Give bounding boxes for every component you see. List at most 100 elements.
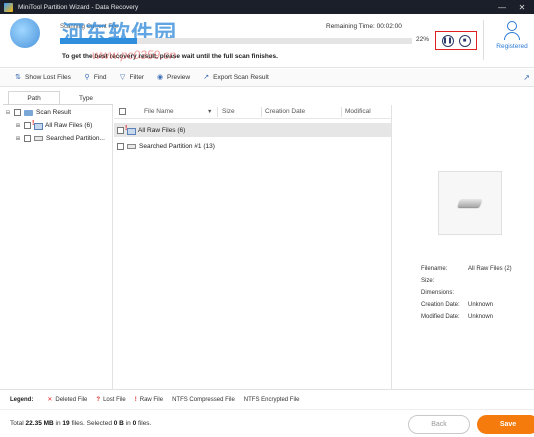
- folder-icon: [24, 109, 33, 116]
- detail-key: Modified Date:: [421, 314, 460, 320]
- tree-label: Scan Result: [36, 109, 72, 116]
- tree-item-searched-partition[interactable]: ⊞ Searched Partition...: [15, 135, 105, 142]
- select-all-checkbox[interactable]: [119, 108, 126, 115]
- account-button[interactable]: Registered: [490, 21, 534, 50]
- selected-size: 0 B: [113, 420, 124, 427]
- file-name: All Raw Files (6): [138, 126, 186, 134]
- file-row[interactable]: All Raw Files (6): [114, 123, 391, 137]
- row-checkbox[interactable]: [117, 126, 124, 134]
- detail-dimensions: Dimensions:: [421, 290, 468, 296]
- pause-icon[interactable]: ❚❚: [441, 34, 454, 47]
- progress-percent: 22%: [416, 36, 430, 43]
- legend-label: NTFS Encrypted File: [243, 396, 300, 403]
- expand-icon[interactable]: ⊞: [15, 136, 21, 142]
- window-title: MiniTool Partition Wizard - Data Recover…: [18, 3, 139, 11]
- scan-header: Scanning Current File 河东软件园 Remaining Ti…: [0, 14, 534, 68]
- legend-label: Lost File: [103, 396, 126, 403]
- window-controls: — ✕: [492, 0, 532, 14]
- raw-icon: !: [134, 396, 137, 403]
- preview-button[interactable]: ◉ Preview: [156, 74, 190, 82]
- legend-label: Raw File: [139, 396, 164, 403]
- detail-filename: Filename: All Raw Files (2): [421, 266, 512, 272]
- column-divider: [261, 107, 262, 117]
- detail-key: Size:: [421, 278, 435, 284]
- scan-progress-fill: [60, 38, 138, 44]
- tab-path[interactable]: Path: [8, 91, 60, 105]
- tree-checkbox[interactable]: [24, 135, 31, 142]
- scan-controls: ❚❚ ■: [435, 31, 477, 50]
- view-tabs: Path Type: [8, 91, 112, 105]
- footer: Total 22.35 MB in 19 files. Selected 0 B…: [0, 409, 534, 437]
- toolbar: ⇅ Show Lost Files ⚲ Find ▽ Filter ◉ Prev…: [0, 69, 534, 87]
- collapse-icon[interactable]: ⊟: [5, 110, 11, 116]
- minimize-icon[interactable]: —: [492, 3, 512, 12]
- details-pane: Filename: All Raw Files (2) Size: Dimensi…: [391, 105, 534, 389]
- search-icon: ⚲: [84, 73, 90, 81]
- legend-lost: ? Lost File: [96, 397, 125, 403]
- filter-button[interactable]: ▽ Filter: [119, 74, 144, 82]
- lost-icon: ?: [96, 396, 101, 403]
- column-size[interactable]: Size: [222, 108, 235, 115]
- tree-pane: ⊟ Scan Result ⊞ All Raw Files (6) ⊞ Sear…: [3, 105, 113, 389]
- sort-icon[interactable]: ▼: [207, 109, 212, 115]
- preview-label: Preview: [167, 74, 191, 81]
- tree-item-scan-result[interactable]: ⊟ Scan Result: [5, 109, 71, 116]
- legend-label: NTFS Compressed File: [172, 396, 235, 403]
- user-icon: [504, 21, 520, 41]
- tab-type[interactable]: Type: [60, 91, 112, 105]
- summary-text: in: [55, 420, 61, 427]
- back-button[interactable]: Back: [408, 415, 470, 434]
- summary-text: in: [125, 420, 131, 427]
- show-lost-files-button[interactable]: ⇅ Show Lost Files: [14, 74, 71, 82]
- save-button[interactable]: Save: [477, 415, 534, 434]
- app-logo-icon: [4, 2, 13, 12]
- column-creation-date[interactable]: Creation Date: [265, 108, 305, 115]
- column-file-name[interactable]: File Name: [144, 108, 174, 115]
- deleted-icon: ✕: [47, 397, 53, 403]
- detail-value: Unknown: [468, 314, 494, 320]
- find-button[interactable]: ⚲ Find: [83, 73, 106, 82]
- account-label: Registered: [496, 43, 528, 50]
- close-icon[interactable]: ✕: [512, 3, 532, 12]
- drive-icon: [457, 199, 483, 207]
- legend-ntfs-encrypted: NTFS Encrypted File: [244, 397, 300, 403]
- partition-icon: [34, 136, 43, 141]
- legend: Legend: ✕ Deleted File ? Lost File ! Raw Fi…: [0, 389, 534, 409]
- legend-raw: ! Raw File: [135, 397, 163, 403]
- column-divider: [341, 107, 342, 117]
- scan-progress-bar: [60, 38, 412, 44]
- preview-thumbnail: [438, 171, 502, 235]
- file-row[interactable]: Searched Partition #1 (13): [114, 139, 391, 153]
- selection-summary: Total 22.35 MB in 19 files. Selected 0 B…: [10, 420, 151, 427]
- expand-icon[interactable]: ↗: [523, 73, 530, 82]
- legend-label: Deleted File: [55, 396, 88, 403]
- detail-key: Creation Date:: [421, 302, 460, 308]
- eye-icon: ◉: [156, 73, 164, 81]
- tree-item-raw-files[interactable]: ⊞ All Raw Files (6): [15, 120, 93, 130]
- row-checkbox[interactable]: [117, 142, 124, 150]
- remaining-time: Remaining Time: 00:02:00: [326, 23, 402, 30]
- header-divider: [483, 20, 484, 60]
- export-scan-result-button[interactable]: ↗ Export Scan Result: [202, 74, 269, 82]
- total-files: 19: [62, 420, 70, 427]
- expand-icon[interactable]: ⊞: [15, 123, 21, 129]
- tree-label: Searched Partition...: [46, 135, 105, 142]
- tree-checkbox[interactable]: [14, 109, 21, 116]
- stop-icon[interactable]: ■: [458, 34, 471, 47]
- detail-key: Dimensions:: [421, 290, 455, 296]
- summary-text: files. Selected: [71, 420, 112, 427]
- watermark-logo-icon: [10, 18, 40, 48]
- column-modified[interactable]: Modifical: [345, 108, 371, 115]
- show-lost-files-icon: ⇅: [15, 73, 21, 81]
- raw-file-icon: [32, 120, 43, 130]
- watermark-url: www.pc0359.cn: [92, 48, 177, 62]
- tree-label: All Raw Files (6): [45, 122, 93, 129]
- legend-ntfs-compressed: NTFS Compressed File: [172, 397, 235, 403]
- filter-label: Filter: [129, 74, 144, 81]
- tree-checkbox[interactable]: [24, 122, 31, 129]
- show-lost-files-label: Show Lost Files: [25, 74, 71, 81]
- column-divider: [217, 107, 218, 117]
- file-list: File Name ▼ Size Creation Date Modifical…: [114, 105, 391, 389]
- legend-deleted: ✕ Deleted File: [47, 396, 88, 404]
- summary-text: files.: [138, 420, 152, 427]
